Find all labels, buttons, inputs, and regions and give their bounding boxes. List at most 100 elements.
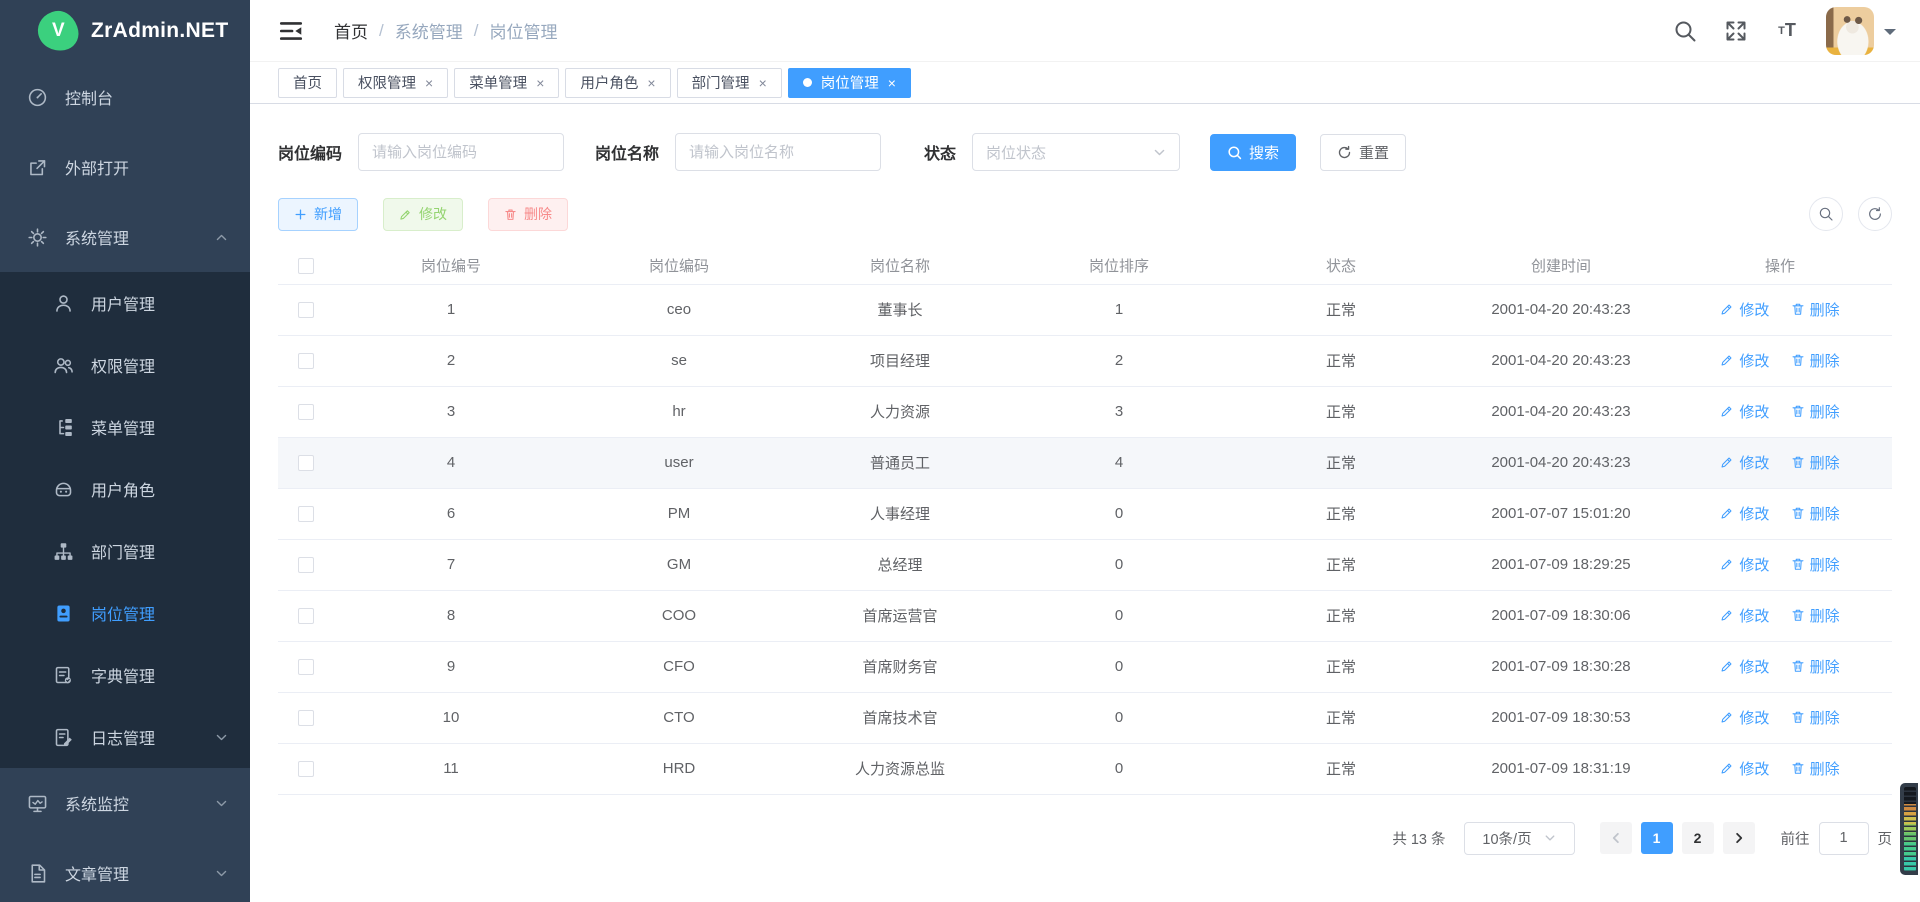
sidebar-menu: 控制台 外部打开 系统管理 用户管理 权限管理 菜单管理: [0, 62, 250, 902]
tab-permission-management[interactable]: 权限管理 ×: [343, 68, 448, 98]
prev-page-button[interactable]: [1600, 822, 1632, 854]
tab-home[interactable]: 首页: [278, 68, 337, 98]
edit-icon: [1720, 761, 1734, 775]
cell-post-code: se: [568, 335, 790, 386]
sidebar-item-article-management[interactable]: 文章管理: [0, 838, 250, 902]
font-size-icon[interactable]: TT: [1775, 19, 1799, 43]
cell-post-code: HRD: [568, 743, 790, 794]
logo-icon: V: [35, 8, 81, 54]
tab-user-role[interactable]: 用户角色 ×: [565, 68, 670, 98]
row-checkbox[interactable]: [298, 710, 314, 726]
sidebar-item-label: 系统监控: [65, 791, 129, 815]
status-select[interactable]: 岗位状态: [972, 133, 1180, 171]
post-name-input[interactable]: [675, 133, 881, 171]
sidebar-item-system-monitor[interactable]: 系统监控: [0, 768, 250, 838]
sidebar-item-dept-management[interactable]: 部门管理: [0, 520, 250, 582]
close-icon[interactable]: ×: [536, 76, 544, 90]
row-checkbox[interactable]: [298, 353, 314, 369]
page-button-1[interactable]: 1: [1641, 822, 1673, 854]
row-delete-button[interactable]: 删除: [1791, 554, 1840, 575]
cell-created-time: 2001-07-07 15:01:20: [1454, 488, 1668, 539]
row-checkbox[interactable]: [298, 608, 314, 624]
sidebar-item-label: 控制台: [65, 85, 113, 109]
column-header: 岗位编号: [334, 248, 568, 284]
fullscreen-icon[interactable]: [1724, 19, 1748, 43]
delete-button[interactable]: 删除: [488, 198, 568, 231]
row-edit-button[interactable]: 修改: [1720, 401, 1769, 422]
trash-icon: [1791, 455, 1805, 469]
page-button-2[interactable]: 2: [1682, 822, 1714, 854]
goto-page-input[interactable]: [1819, 822, 1869, 855]
sidebar-item-user-management[interactable]: 用户管理: [0, 272, 250, 334]
article-icon: [27, 863, 48, 884]
row-edit-button[interactable]: 修改: [1720, 452, 1769, 473]
cell-post-id: 9: [334, 641, 568, 692]
sidebar-item-permission-management[interactable]: 权限管理: [0, 334, 250, 396]
row-checkbox[interactable]: [298, 404, 314, 420]
row-delete-button[interactable]: 删除: [1791, 707, 1840, 728]
post-code-input[interactable]: [358, 133, 564, 171]
row-delete-button[interactable]: 删除: [1791, 605, 1840, 626]
tab-menu-management[interactable]: 菜单管理 ×: [454, 68, 559, 98]
add-button[interactable]: 新增: [278, 198, 358, 231]
sidebar-item-dict-management[interactable]: 字典管理: [0, 644, 250, 706]
chevron-down-icon[interactable]: [1884, 29, 1896, 41]
close-icon[interactable]: ×: [425, 76, 433, 90]
menu-collapse-icon[interactable]: [278, 18, 304, 44]
sidebar-item-post-management[interactable]: 岗位管理: [0, 582, 250, 644]
tab-dept-management[interactable]: 部门管理 ×: [677, 68, 782, 98]
tab-post-management[interactable]: 岗位管理 ×: [788, 68, 911, 98]
meter-bars: [1904, 787, 1916, 871]
sidebar-item-system-management[interactable]: 系统管理: [0, 202, 250, 272]
sidebar-item-menu-management[interactable]: 菜单管理: [0, 396, 250, 458]
next-page-button[interactable]: [1723, 822, 1755, 854]
row-checkbox[interactable]: [298, 455, 314, 471]
cell-post-sort: 2: [1010, 335, 1228, 386]
column-header: 岗位名称: [790, 248, 1010, 284]
row-delete-button[interactable]: 删除: [1791, 656, 1840, 677]
breadcrumb-item[interactable]: 首页: [334, 18, 368, 43]
close-icon[interactable]: ×: [647, 76, 655, 90]
row-edit-button[interactable]: 修改: [1720, 707, 1769, 728]
row-edit-button[interactable]: 修改: [1720, 758, 1769, 779]
row-edit-button[interactable]: 修改: [1720, 350, 1769, 371]
close-icon[interactable]: ×: [759, 76, 767, 90]
cell-post-sort: 4: [1010, 437, 1228, 488]
row-edit-button[interactable]: 修改: [1720, 656, 1769, 677]
row-edit-button[interactable]: 修改: [1720, 299, 1769, 320]
sidebar-item-user-role[interactable]: 用户角色: [0, 458, 250, 520]
row-checkbox[interactable]: [298, 302, 314, 318]
row-checkbox[interactable]: [298, 659, 314, 675]
toggle-search-button[interactable]: [1809, 197, 1843, 231]
row-delete-button[interactable]: 删除: [1791, 401, 1840, 422]
chevron-down-icon: [1153, 146, 1166, 159]
close-icon[interactable]: ×: [888, 76, 896, 90]
refresh-table-button[interactable]: [1858, 197, 1892, 231]
sidebar-item-log-management[interactable]: 日志管理: [0, 706, 250, 768]
row-delete-button[interactable]: 删除: [1791, 503, 1840, 524]
sidebar-item-dashboard[interactable]: 控制台: [0, 62, 250, 132]
user-avatar[interactable]: [1826, 7, 1874, 55]
row-edit-button[interactable]: 修改: [1720, 503, 1769, 524]
page-size-select[interactable]: 10条/页: [1464, 822, 1575, 855]
row-delete-button[interactable]: 删除: [1791, 452, 1840, 473]
select-all-checkbox[interactable]: [298, 258, 314, 274]
row-edit-button[interactable]: 修改: [1720, 554, 1769, 575]
post-name-label: 岗位名称: [595, 140, 659, 164]
row-checkbox[interactable]: [298, 506, 314, 522]
sitemap-icon: [53, 541, 74, 562]
edit-button[interactable]: 修改: [383, 198, 463, 231]
sidebar-item-external-open[interactable]: 外部打开: [0, 132, 250, 202]
row-delete-button[interactable]: 删除: [1791, 299, 1840, 320]
row-checkbox[interactable]: [298, 557, 314, 573]
reset-button[interactable]: 重置: [1320, 134, 1406, 171]
search-icon[interactable]: [1673, 19, 1697, 43]
sidebar-item-label: 字典管理: [91, 663, 155, 687]
row-delete-button[interactable]: 删除: [1791, 758, 1840, 779]
navbar: 首页/系统管理/岗位管理 TT: [250, 0, 1920, 62]
row-checkbox[interactable]: [298, 761, 314, 777]
row-edit-button[interactable]: 修改: [1720, 605, 1769, 626]
row-delete-button[interactable]: 删除: [1791, 350, 1840, 371]
search-button[interactable]: 搜索: [1210, 134, 1296, 171]
cell-post-name: 人力资源: [790, 386, 1010, 437]
